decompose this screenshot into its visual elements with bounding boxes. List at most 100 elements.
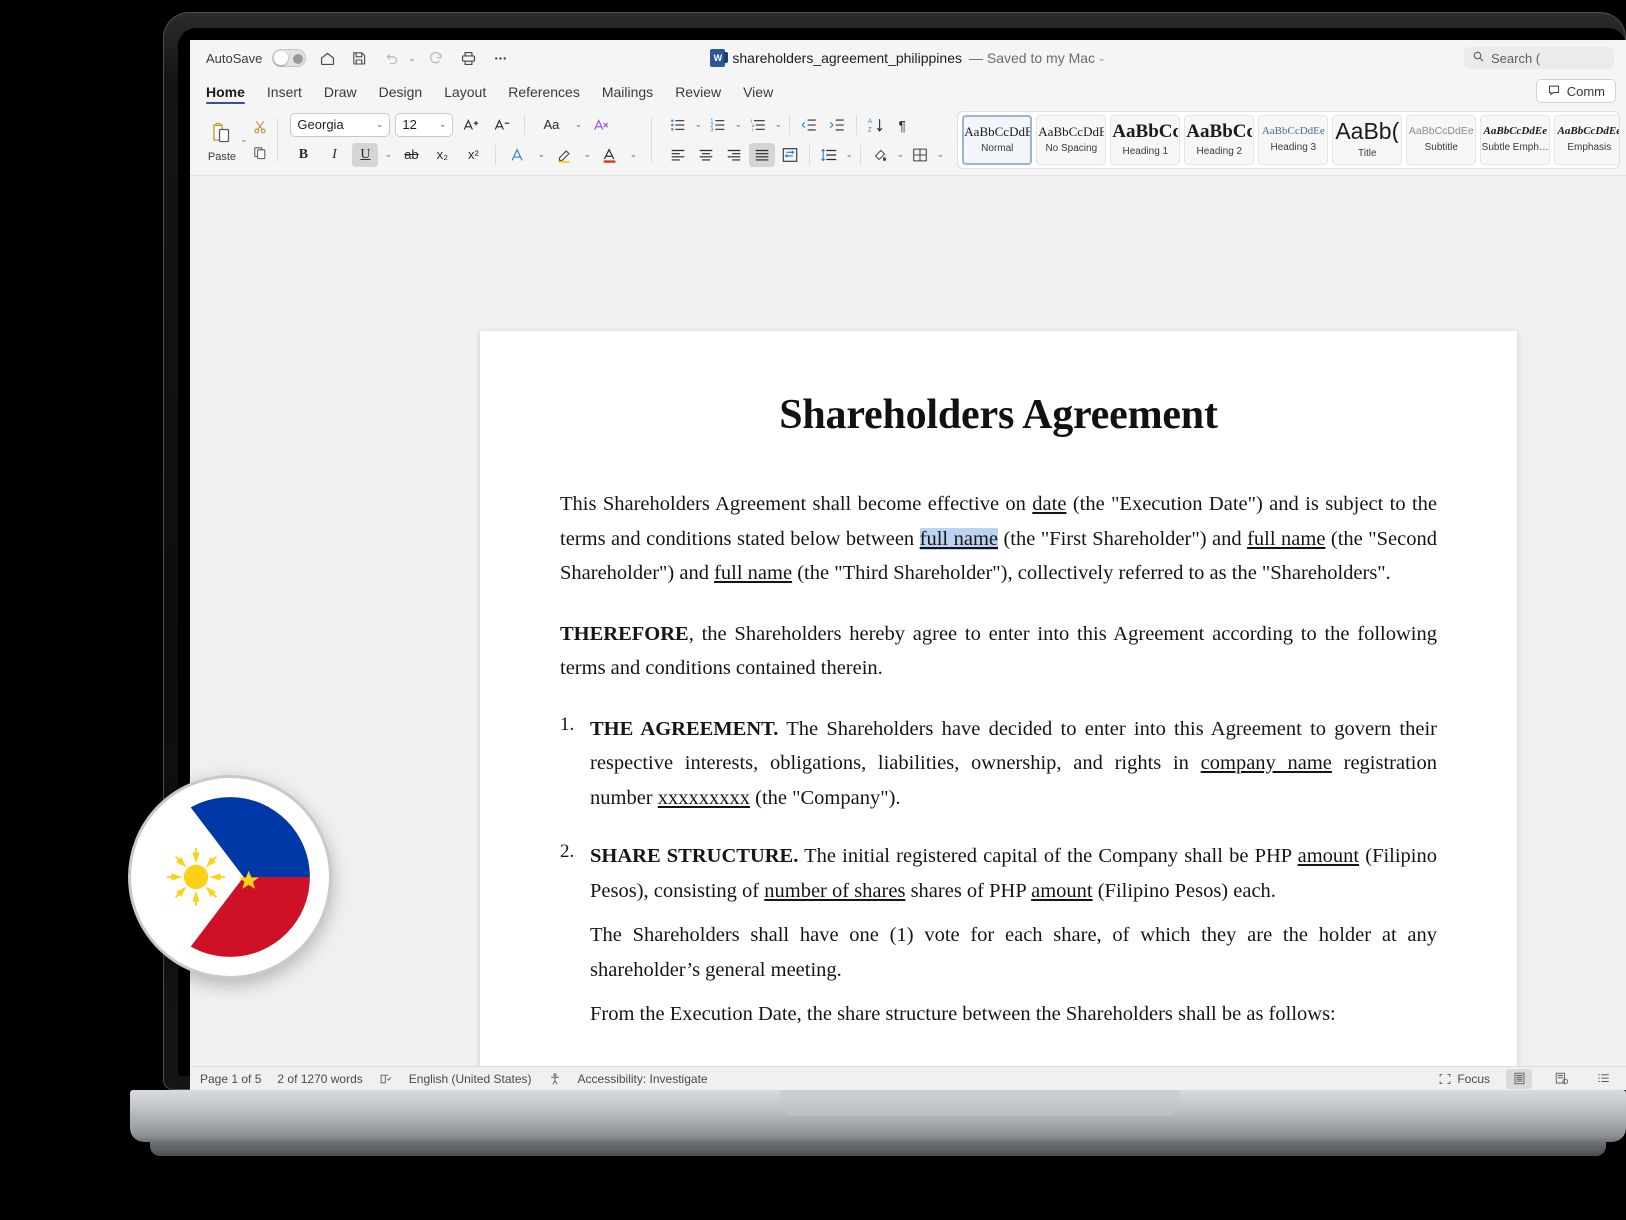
numbering-button[interactable]: 1 2 3 <box>705 113 731 137</box>
numbering-chevron-down-icon[interactable]: ⌄ <box>733 119 743 130</box>
font-name-select[interactable]: Georgia ⌄ <box>290 112 391 137</box>
decrease-indent-button[interactable] <box>796 113 822 137</box>
highlight-button[interactable] <box>551 143 577 167</box>
paste-button[interactable]: Paste <box>200 116 244 163</box>
undo-chevron-down-icon[interactable]: ⌄ <box>408 53 416 64</box>
home-icon[interactable] <box>316 47 338 69</box>
style-normal[interactable]: AaBbCcDdE Normal <box>962 114 1033 165</box>
align-left-button[interactable] <box>665 143 691 167</box>
tab-references[interactable]: References <box>508 84 580 104</box>
placeholder-full-name-3[interactable]: full name <box>714 562 792 584</box>
more-icon[interactable] <box>490 47 512 69</box>
highlight-chevron-down-icon[interactable]: ⌄ <box>582 149 592 160</box>
shading-chevron-down-icon[interactable]: ⌄ <box>895 149 905 160</box>
paragraph-voting[interactable]: The Shareholders shall have one (1) vote… <box>590 918 1437 987</box>
show-formatting-marks-button[interactable]: ¶ <box>891 113 917 137</box>
undo-icon[interactable] <box>380 47 402 69</box>
tab-design[interactable]: Design <box>379 84 423 104</box>
status-word-count[interactable]: 2 of 1270 words <box>277 1072 362 1086</box>
autosave-toggle[interactable] <box>272 49 307 67</box>
line-spacing-chevron-down-icon[interactable]: ⌄ <box>844 149 854 160</box>
placeholder-amount-1[interactable]: amount <box>1298 845 1360 867</box>
document-filename[interactable]: shareholders_agreement_philippines <box>732 50 962 66</box>
style-heading-3[interactable]: AaBbCcDdEe Heading 3 <box>1258 114 1329 165</box>
proofing-icon[interactable] <box>379 1072 393 1086</box>
paste-chevron-down-icon[interactable]: ⌄ <box>240 134 248 145</box>
placeholder-amount-2[interactable]: amount <box>1031 880 1093 902</box>
sort-button[interactable]: A Z <box>863 113 889 137</box>
strikethrough-button[interactable]: ab <box>398 143 424 167</box>
style-subtitle[interactable]: AaBbCcDdEe Subtitle <box>1406 114 1477 165</box>
increase-indent-button[interactable] <box>824 113 850 137</box>
accessibility-icon[interactable] <box>548 1072 562 1086</box>
placeholder-number-of-shares[interactable]: number of shares <box>764 880 905 902</box>
clear-formatting-button[interactable] <box>588 113 614 137</box>
search-input[interactable]: Search ( <box>1464 47 1614 69</box>
borders-chevron-down-icon[interactable]: ⌄ <box>935 149 945 160</box>
justify-button[interactable] <box>749 142 776 167</box>
multilevel-list-button[interactable]: 1 a i <box>745 113 771 137</box>
style-emphasis[interactable]: AaBbCcDdEe Emphasis <box>1554 114 1620 165</box>
style-heading-2[interactable]: AaBbCc Heading 2 <box>1184 114 1255 165</box>
style-no-spacing[interactable]: AaBbCcDdE No Spacing <box>1036 114 1107 165</box>
subscript-button[interactable]: x₂ <box>429 143 455 167</box>
multilevel-list-chevron-down-icon[interactable]: ⌄ <box>773 119 783 130</box>
placeholder-company-name[interactable]: company name <box>1201 752 1332 774</box>
paragraph-share-structure-intro[interactable]: From the Execution Date, the share struc… <box>590 997 1437 1032</box>
placeholder-registration-number[interactable]: xxxxxxxxx <box>658 787 750 809</box>
text-effects-button[interactable] <box>505 143 531 167</box>
borders-button[interactable] <box>907 143 933 167</box>
print-layout-view-button[interactable] <box>1506 1068 1532 1089</box>
paragraph-intro[interactable]: This Shareholders Agreement shall become… <box>560 487 1437 591</box>
bullets-chevron-down-icon[interactable]: ⌄ <box>693 119 703 130</box>
bullets-button[interactable] <box>665 113 691 137</box>
italic-button[interactable]: I <box>321 143 347 167</box>
tab-review[interactable]: Review <box>675 84 721 104</box>
placeholder-date[interactable]: date <box>1032 493 1066 515</box>
comments-button[interactable]: Comm <box>1535 79 1616 103</box>
text-direction-button[interactable] <box>777 143 803 167</box>
tab-draw[interactable]: Draw <box>324 84 357 104</box>
shrink-font-button[interactable] <box>489 113 515 137</box>
print-icon[interactable] <box>458 47 480 69</box>
web-layout-view-button[interactable] <box>1548 1069 1574 1089</box>
shading-button[interactable] <box>867 143 893 167</box>
cut-icon[interactable] <box>250 117 270 137</box>
outline-view-button[interactable] <box>1590 1069 1616 1089</box>
placeholder-full-name-2[interactable]: full name <box>1247 528 1325 550</box>
save-icon[interactable] <box>348 47 370 69</box>
align-right-button[interactable] <box>721 143 747 167</box>
grow-font-button[interactable] <box>458 113 484 137</box>
focus-button[interactable]: Focus <box>1438 1072 1490 1086</box>
font-color-button[interactable] <box>597 143 623 167</box>
placeholder-full-name-1[interactable]: full name <box>919 527 998 550</box>
copy-icon[interactable] <box>250 143 270 163</box>
superscript-button[interactable]: x² <box>460 143 486 167</box>
list-item-2[interactable]: 2. SHARE STRUCTURE. The initial register… <box>560 839 1437 1032</box>
tab-layout[interactable]: Layout <box>444 84 486 104</box>
style-heading-1[interactable]: AaBbCc Heading 1 <box>1110 114 1181 165</box>
status-page[interactable]: Page 1 of 5 <box>200 1072 261 1086</box>
underline-chevron-down-icon[interactable]: ⌄ <box>383 149 393 160</box>
paragraph-therefore[interactable]: THEREFORE, the Shareholders hereby agree… <box>560 617 1437 686</box>
status-language[interactable]: English (United States) <box>409 1072 532 1086</box>
tab-mailings[interactable]: Mailings <box>602 84 653 104</box>
clause-the-agreement[interactable]: THE AGREEMENT. The Shareholders have dec… <box>590 712 1437 816</box>
title-chevron-down-icon[interactable]: ⌄ <box>1098 53 1106 64</box>
tab-insert[interactable]: Insert <box>267 84 302 104</box>
styles-gallery[interactable]: AaBbCcDdE Normal AaBbCcDdE No Spacing Aa… <box>957 110 1620 169</box>
bold-button[interactable]: B <box>290 143 316 167</box>
font-size-select[interactable]: 12 ⌄ <box>395 112 454 137</box>
align-center-button[interactable] <box>693 143 719 167</box>
tab-home[interactable]: Home <box>206 84 245 104</box>
clause-share-structure[interactable]: SHARE STRUCTURE. The initial registered … <box>590 839 1437 908</box>
status-accessibility[interactable]: Accessibility: Investigate <box>578 1072 708 1086</box>
style-subtle-emphasis[interactable]: AaBbCcDdEe Subtle Emph… <box>1480 114 1551 165</box>
document-canvas[interactable]: Shareholders Agreement This Shareholders… <box>190 176 1626 1066</box>
underline-button[interactable]: U <box>352 142 379 167</box>
line-spacing-button[interactable] <box>816 143 842 167</box>
list-item-1[interactable]: 1. THE AGREEMENT. The Shareholders have … <box>560 712 1437 816</box>
tab-view[interactable]: View <box>743 84 773 104</box>
text-effects-chevron-down-icon[interactable]: ⌄ <box>536 149 546 160</box>
style-title[interactable]: AaBb( Title <box>1332 114 1403 165</box>
